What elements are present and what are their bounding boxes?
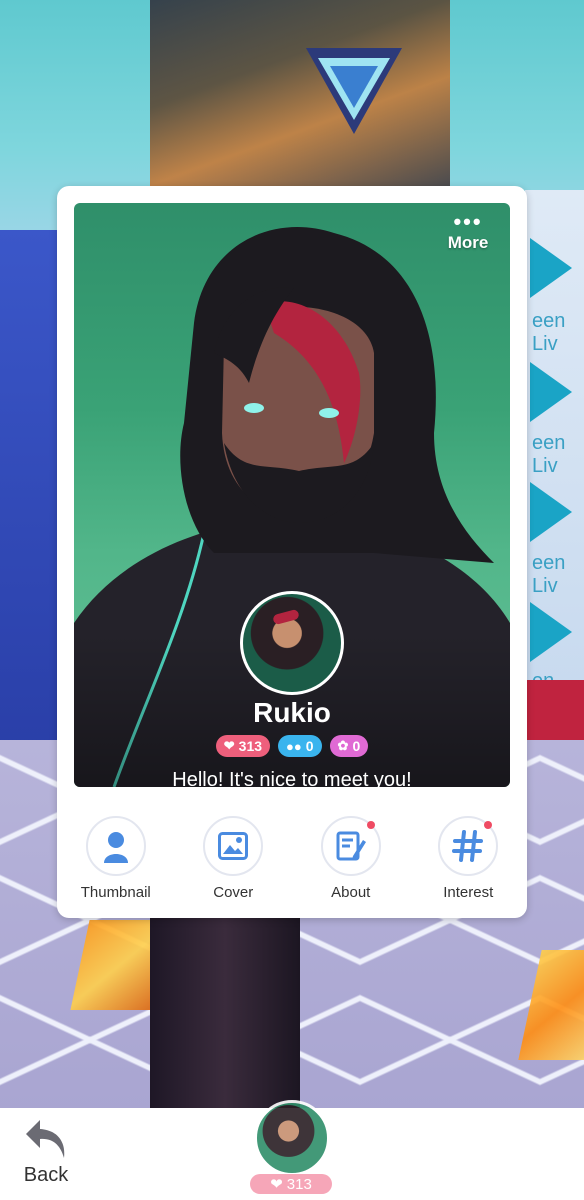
likes-badge: ❤ 313 bbox=[215, 735, 271, 757]
interest-button[interactable]: Interest bbox=[410, 816, 528, 901]
friends-count: 0 bbox=[305, 738, 314, 754]
edit-note-icon bbox=[336, 831, 366, 861]
likes-count: 313 bbox=[238, 738, 263, 754]
back-arrow-icon bbox=[26, 1120, 65, 1158]
more-dots-icon: ••• bbox=[453, 209, 483, 234]
hashtag-icon bbox=[452, 830, 484, 862]
own-avatar-button[interactable] bbox=[254, 1100, 330, 1176]
more-label: More bbox=[447, 233, 489, 252]
background-stage-edge bbox=[525, 680, 584, 740]
cover-button[interactable]: Cover bbox=[175, 816, 293, 901]
thumbnail-button[interactable]: Thumbnail bbox=[57, 816, 175, 901]
play-icon bbox=[530, 238, 572, 298]
avatar-image bbox=[243, 594, 341, 692]
notification-dot bbox=[366, 821, 375, 829]
profile-cover-image: ••• More Rukio ❤ 313 ●● 0 ✿ 0 Hello! It'… bbox=[74, 203, 510, 787]
profile-actions: Thumbnail Cover About Interest bbox=[57, 816, 527, 901]
bottom-bar: Back ❤ 313 bbox=[0, 1100, 584, 1200]
more-button[interactable]: ••• More bbox=[438, 209, 498, 257]
about-button[interactable]: About bbox=[292, 816, 410, 901]
play-icon bbox=[530, 362, 572, 422]
avatar-body-top bbox=[150, 0, 450, 200]
own-likes-badge: ❤ 313 bbox=[250, 1174, 332, 1194]
about-label: About bbox=[331, 884, 371, 901]
gifts-count: 0 bbox=[352, 738, 361, 754]
screen-text: een Liv bbox=[532, 552, 566, 597]
heart-icon: ❤ bbox=[223, 738, 235, 753]
gift-icon: ✿ bbox=[337, 738, 349, 753]
people-icon: ●● bbox=[286, 738, 302, 754]
screen-text: een Liv bbox=[532, 310, 566, 355]
image-icon bbox=[218, 832, 249, 860]
gifts-badge: ✿ 0 bbox=[329, 735, 369, 757]
notification-dot bbox=[484, 821, 493, 829]
interest-label: Interest bbox=[443, 884, 494, 901]
avatar-legs bbox=[150, 915, 300, 1125]
play-icon bbox=[530, 602, 572, 662]
back-label: Back bbox=[23, 1164, 69, 1186]
profile-name: Rukio bbox=[253, 697, 331, 728]
profile-avatar[interactable] bbox=[240, 591, 344, 695]
play-icon bbox=[530, 482, 572, 542]
heart-icon: ❤ bbox=[270, 1176, 283, 1193]
friends-badge: ●● 0 bbox=[278, 735, 322, 757]
screen-text: een Liv bbox=[532, 432, 566, 477]
own-likes-count: 313 bbox=[286, 1175, 312, 1193]
person-icon bbox=[103, 832, 128, 863]
back-button[interactable]: Back bbox=[18, 1118, 74, 1198]
thumbnail-label: Thumbnail bbox=[80, 884, 151, 901]
profile-stats: ❤ 313 ●● 0 ✿ 0 bbox=[74, 735, 510, 757]
profile-greeting: Hello! It's nice to meet you! bbox=[172, 769, 412, 787]
profile-card: ••• More Rukio ❤ 313 ●● 0 ✿ 0 Hello! It'… bbox=[57, 186, 527, 918]
cover-label: Cover bbox=[213, 884, 254, 901]
avatar-indicator-icon bbox=[306, 48, 402, 134]
